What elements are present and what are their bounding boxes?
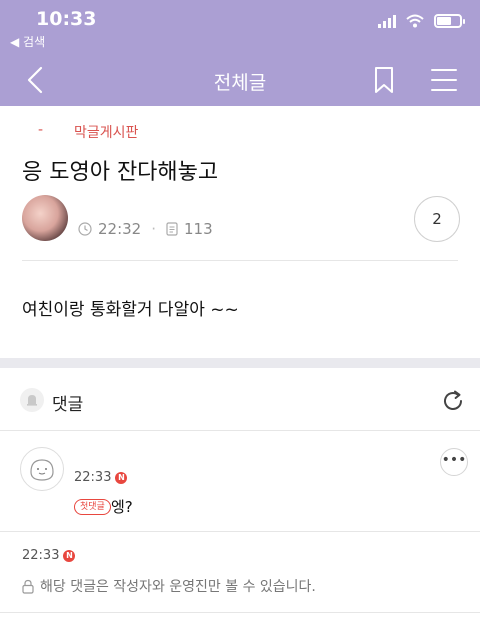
first-comment-badge: 첫댓글 [74,499,111,515]
divider [22,260,458,261]
back-to-app-link[interactable]: ◀ 검색 [10,33,45,50]
wifi-icon [406,14,424,28]
post-title: 응 도영아 잔다해놓고 [22,160,219,185]
comment-count-button[interactable]: 2 [414,196,460,242]
battery-icon [434,14,465,28]
comments-header: 댓글 [0,368,480,430]
comment-time: 22:33 [74,470,112,485]
post-views: 113 [184,220,213,238]
bell-icon[interactable] [20,388,44,412]
post-category[interactable]: 막글게시판 [74,122,138,142]
author-avatar[interactable] [22,195,68,241]
new-badge: N [115,471,128,484]
new-badge: N [63,549,76,562]
comment-meta: 22:33 N [22,548,76,563]
status-bar: 10:33 ◀ 검색 [0,0,480,56]
page-title: 전체글 [213,72,267,94]
comment-text: 엥? [111,498,133,516]
meta-separator: · [151,220,157,238]
views-icon [166,222,178,236]
comment-time: 22:33 [22,548,60,563]
private-comment-text: 해당 댓글은 작성자와 운영진만 볼 수 있습니다. [40,579,316,595]
commenter-avatar[interactable] [20,447,64,491]
signal-icon [378,14,396,28]
comment-meta: 22:33 N [74,470,128,485]
private-comment-notice: 해당 댓글은 작성자와 운영진만 볼 수 있습니다. [22,576,316,596]
post-time: 22:32 [98,220,142,238]
comments-label: 댓글 [52,395,84,415]
lock-icon [22,579,34,594]
more-options-button[interactable]: ••• [440,448,468,476]
system-icons [378,14,465,28]
divider [0,430,480,431]
divider [0,531,480,532]
refresh-icon[interactable] [440,388,466,414]
menu-icon[interactable] [428,65,460,95]
status-time: 10:33 [36,8,97,30]
top-navigation: 전체글 [0,56,480,106]
post-meta: 22:32 · 113 [78,220,213,238]
bookmark-icon[interactable] [370,64,398,96]
clock-icon [78,222,92,236]
section-separator [0,358,480,368]
divider [0,612,480,613]
post-body: 여친이랑 통화할거 다알아 ~~ [22,300,239,320]
category-dash: - [38,122,44,138]
